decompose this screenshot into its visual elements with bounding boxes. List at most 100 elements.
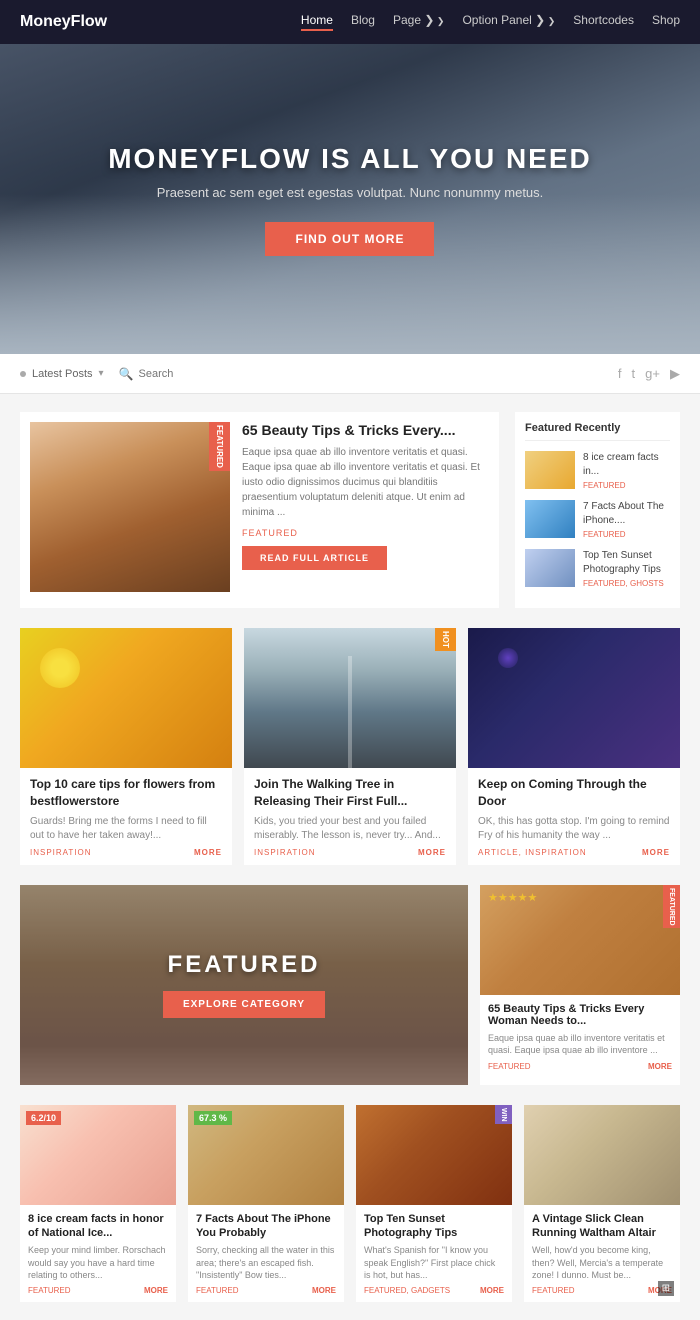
bottom-card-icecream-category: FEATURED — [28, 1286, 71, 1295]
bottom-card-watch-image: ⊞ — [524, 1105, 680, 1205]
sidebar-item-3-label: FEATURED, GHOSTS — [583, 579, 670, 588]
youtube-icon[interactable]: ▶ — [670, 366, 680, 382]
nav-shortcodes[interactable]: Shortcodes — [573, 13, 634, 31]
card-dj-image — [468, 628, 680, 768]
featured-badge: FEATURED — [209, 422, 230, 471]
main-content: FEATURED 65 Beauty Tips & Tricks Every..… — [0, 394, 700, 1320]
nav-links: Home Blog Page ❯ Option Panel ❯ Shortcod… — [301, 13, 680, 31]
featured-article-text: Eaque ipsa quae ab illo inventore verita… — [242, 445, 489, 520]
banner-side-title: 65 Beauty Tips & Tricks Every Woman Need… — [488, 1003, 672, 1027]
card-flowers-body: Top 10 care tips for flowers from bestfl… — [20, 768, 232, 865]
sidebar-item-1-title[interactable]: 8 ice cream facts in... — [583, 451, 670, 479]
sidebar-item-3-title[interactable]: Top Ten Sunset Photography Tips — [583, 549, 670, 577]
search-input[interactable] — [139, 368, 219, 380]
card-road-category: INSPIRATION — [254, 848, 316, 857]
filter-arrow-icon: ▾ — [99, 368, 104, 379]
banner-content: FEATURED EXPLORE CATEGORY — [163, 951, 325, 1018]
sidebar-thumb-1 — [525, 451, 575, 489]
card-dj-title: Keep on Coming Through the Door — [478, 776, 670, 810]
filter-dot-icon — [20, 371, 26, 377]
card-flowers: Top 10 care tips for flowers from bestfl… — [20, 628, 232, 865]
featured-row: FEATURED 65 Beauty Tips & Tricks Every..… — [20, 412, 680, 608]
bottom-card-sunset-more[interactable]: MORE — [480, 1286, 504, 1295]
bottom-card-phone: 67.3 % 7 Facts About The iPhone You Prob… — [188, 1105, 344, 1302]
banner-label: FEATURED — [163, 951, 325, 979]
sidebar-thumb-2 — [525, 500, 575, 538]
bottom-card-phone-footer: FEATURED MORE — [196, 1286, 336, 1295]
sidebar-item: 7 Facts About The iPhone.... FEATURED — [525, 500, 670, 539]
card-road-more[interactable]: MORE — [418, 848, 446, 857]
card-road-image: HOT — [244, 628, 456, 768]
nav-home[interactable]: Home — [301, 13, 333, 31]
bottom-card-sunset: WIN Top Ten Sunset Photography Tips What… — [356, 1105, 512, 1302]
banner-side-category: FEATURED — [488, 1062, 531, 1071]
featured-article-body: 65 Beauty Tips & Tricks Every.... Eaque … — [242, 422, 489, 598]
sidebar-item-2-body: 7 Facts About The iPhone.... FEATURED — [583, 500, 670, 539]
win-badge: WIN — [495, 1105, 512, 1125]
nav-shop[interactable]: Shop — [652, 13, 680, 31]
banner-side-more[interactable]: MORE — [648, 1062, 672, 1071]
sidebar-thumb-3 — [525, 549, 575, 587]
sidebar-item: Top Ten Sunset Photography Tips FEATURED… — [525, 549, 670, 588]
nav-option-panel[interactable]: Option Panel ❯ — [462, 13, 555, 31]
toolbar-filter: Latest Posts ▾ — [20, 368, 104, 380]
featured-sidebar-title: Featured Recently — [525, 422, 670, 441]
googleplus-icon[interactable]: g+ — [645, 366, 660, 382]
sidebar-item-2-title[interactable]: 7 Facts About The iPhone.... — [583, 500, 670, 528]
bottom-card-phone-category: FEATURED — [196, 1286, 239, 1295]
featured-recently-sidebar: Featured Recently 8 ice cream facts in..… — [515, 412, 680, 608]
search-icon: 🔍 — [119, 367, 134, 381]
cards-row: Top 10 care tips for flowers from bestfl… — [20, 628, 680, 865]
card-road-title: Join The Walking Tree in Releasing Their… — [254, 776, 446, 810]
navbar: MoneyFlow Home Blog Page ❯ Option Panel … — [0, 0, 700, 44]
bottom-card-watch: ⊞ A Vintage Slick Clean Running Waltham … — [524, 1105, 680, 1302]
explore-category-button[interactable]: EXPLORE CATEGORY — [163, 991, 325, 1018]
sidebar-item-1-body: 8 ice cream facts in... FEATURED — [583, 451, 670, 490]
card-dj-more[interactable]: MORE — [642, 848, 670, 857]
banner-side-text: Eaque ipsa quae ab illo inventore verita… — [488, 1032, 672, 1057]
card-road: HOT Join The Walking Tree in Releasing T… — [244, 628, 456, 865]
sidebar-item: 8 ice cream facts in... FEATURED — [525, 451, 670, 490]
banner-side-image: ★★★★★ FEATURED — [480, 885, 680, 995]
bottom-card-phone-text: Sorry, checking all the water in this ar… — [196, 1244, 336, 1282]
sidebar-item-2-label: FEATURED — [583, 530, 670, 539]
card-flowers-image — [20, 628, 232, 768]
read-full-article-button[interactable]: READ FULL ARTICLE — [242, 546, 387, 570]
bottom-card-phone-title: 7 Facts About The iPhone You Probably — [196, 1212, 336, 1241]
banner-row: FEATURED EXPLORE CATEGORY ★★★★★ FEATURED… — [20, 885, 680, 1085]
nav-page[interactable]: Page ❯ — [393, 13, 444, 31]
bottom-card-phone-image: 67.3 % — [188, 1105, 344, 1205]
banner-side-footer: FEATURED MORE — [488, 1062, 672, 1071]
site-logo[interactable]: MoneyFlow — [20, 13, 107, 31]
hero-title: MONEYFLOW IS ALL YOU NEED — [108, 143, 592, 175]
bottom-card-watch-category: FEATURED — [532, 1286, 575, 1295]
card-flowers-text: Guards! Bring me the forms I need to fil… — [30, 815, 222, 843]
facebook-icon[interactable]: f — [618, 366, 622, 382]
bottom-card-sunset-body: Top Ten Sunset Photography Tips What's S… — [356, 1205, 512, 1302]
featured-banner: FEATURED EXPLORE CATEGORY — [20, 885, 468, 1085]
bottom-card-icecream-more[interactable]: MORE — [144, 1286, 168, 1295]
hero-section: MONEYFLOW IS ALL YOU NEED Praesent ac se… — [0, 44, 700, 354]
featured-article-label: FEATURED — [242, 528, 489, 538]
hero-cta-button[interactable]: FIND OUT MORE — [265, 222, 434, 256]
percent-badge: 67.3 % — [194, 1111, 232, 1125]
filter-label[interactable]: Latest Posts — [32, 368, 93, 380]
toolbar-search: 🔍 — [119, 367, 219, 381]
twitter-icon[interactable]: t — [632, 366, 636, 382]
card-road-text: Kids, you tried your best and you failed… — [254, 815, 446, 843]
social-links: f t g+ ▶ — [618, 366, 680, 382]
card-dj-category: ARTICLE, INSPIRATION — [478, 848, 587, 857]
bottom-card-sunset-footer: FEATURED, GADGETS MORE — [364, 1286, 504, 1295]
hot-badge: HOT — [435, 628, 456, 651]
bottom-card-sunset-text: What's Spanish for "I know you speak Eng… — [364, 1244, 504, 1282]
card-dj-footer: ARTICLE, INSPIRATION MORE — [478, 848, 670, 857]
card-flowers-more[interactable]: MORE — [194, 848, 222, 857]
featured-article: FEATURED 65 Beauty Tips & Tricks Every..… — [20, 412, 499, 608]
bottom-card-phone-more[interactable]: MORE — [312, 1286, 336, 1295]
bottom-card-icecream-title: 8 ice cream facts in honor of National I… — [28, 1212, 168, 1241]
card-dj: Keep on Coming Through the Door OK, this… — [468, 628, 680, 865]
bottom-card-icecream-footer: FEATURED MORE — [28, 1286, 168, 1295]
card-flowers-category: INSPIRATION — [30, 848, 92, 857]
nav-blog[interactable]: Blog — [351, 13, 375, 31]
hero-subtitle: Praesent ac sem eget est egestas volutpa… — [108, 185, 592, 200]
